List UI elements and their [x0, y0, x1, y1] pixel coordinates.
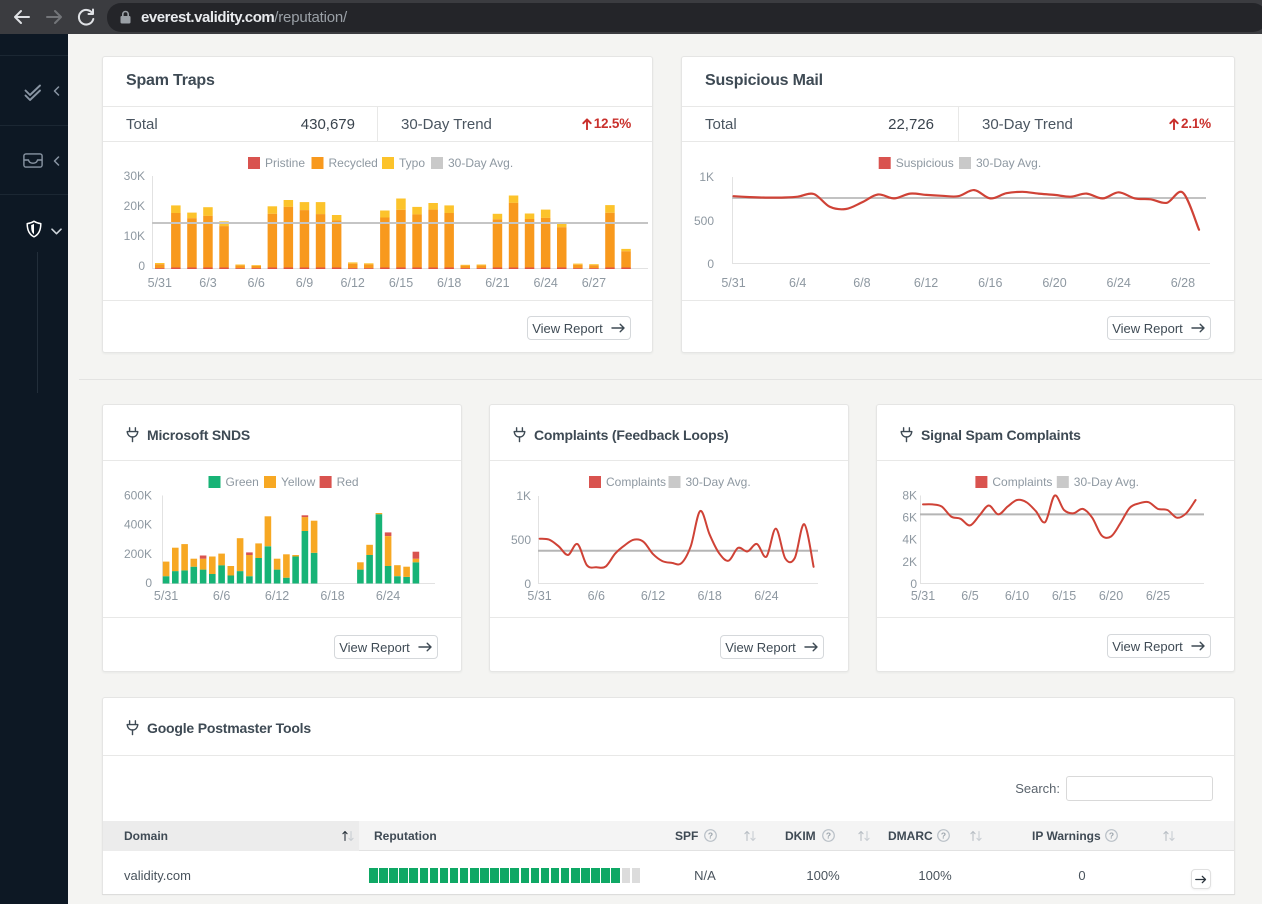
svg-text:10K: 10K — [124, 229, 145, 243]
svg-text:Pristine: Pristine — [265, 156, 305, 170]
svg-text:30-Day Avg.: 30-Day Avg. — [448, 156, 513, 170]
svg-text:6/16: 6/16 — [978, 276, 1002, 290]
svg-text:6/8: 6/8 — [853, 276, 870, 290]
svg-text:Complaints: Complaints — [992, 475, 1052, 489]
svg-text:6/24: 6/24 — [1107, 276, 1131, 290]
svg-text:6/25: 6/25 — [1146, 589, 1170, 603]
svg-text:6/20: 6/20 — [1099, 589, 1123, 603]
svg-text:20K: 20K — [124, 199, 145, 213]
svg-text:6/18: 6/18 — [698, 589, 722, 603]
svg-text:6/24: 6/24 — [754, 589, 778, 603]
svg-text:5/31: 5/31 — [721, 276, 745, 290]
svg-text:6/18: 6/18 — [437, 276, 461, 290]
svg-text:6/10: 6/10 — [1005, 589, 1029, 603]
svg-text:Red: Red — [337, 475, 359, 489]
svg-text:6/15: 6/15 — [1052, 589, 1076, 603]
svg-text:6/6: 6/6 — [213, 589, 230, 603]
svg-text:30-Day Avg.: 30-Day Avg. — [686, 475, 751, 489]
svg-text:8K: 8K — [902, 489, 917, 503]
svg-text:6/5: 6/5 — [961, 589, 978, 603]
svg-text:6/12: 6/12 — [341, 276, 365, 290]
svg-text:6/12: 6/12 — [641, 589, 665, 603]
svg-text:6/6: 6/6 — [248, 276, 265, 290]
svg-text:6/4: 6/4 — [789, 276, 806, 290]
svg-text:2K: 2K — [902, 555, 917, 569]
svg-text:0: 0 — [138, 259, 145, 273]
svg-text:1K: 1K — [699, 170, 714, 184]
svg-text:30-Day Avg.: 30-Day Avg. — [976, 156, 1041, 170]
svg-text:Yellow: Yellow — [281, 475, 316, 489]
svg-text:600K: 600K — [124, 489, 152, 503]
svg-text:Typo: Typo — [399, 156, 425, 170]
svg-text:0: 0 — [707, 257, 714, 271]
svg-text:500: 500 — [511, 533, 531, 547]
svg-text:6/9: 6/9 — [296, 276, 313, 290]
svg-text:Complaints: Complaints — [606, 475, 666, 489]
svg-text:6K: 6K — [902, 511, 917, 525]
svg-text:200K: 200K — [124, 547, 152, 561]
svg-text:1K: 1K — [516, 489, 531, 503]
svg-text:5/31: 5/31 — [911, 589, 935, 603]
svg-text:5/31: 5/31 — [527, 589, 551, 603]
svg-text:6/6: 6/6 — [588, 589, 605, 603]
svg-text:?: ? — [941, 830, 946, 840]
svg-text:6/21: 6/21 — [485, 276, 509, 290]
svg-text:Green: Green — [226, 475, 259, 489]
svg-text:6/27: 6/27 — [582, 276, 606, 290]
svg-text:?: ? — [708, 830, 713, 840]
svg-text:6/12: 6/12 — [914, 276, 938, 290]
svg-text:6/28: 6/28 — [1171, 276, 1195, 290]
svg-text:6/24: 6/24 — [534, 276, 558, 290]
svg-text:4K: 4K — [902, 533, 917, 547]
svg-text:6/20: 6/20 — [1042, 276, 1066, 290]
svg-text:?: ? — [826, 830, 831, 840]
svg-text:6/18: 6/18 — [320, 589, 344, 603]
svg-text:0: 0 — [145, 576, 152, 590]
svg-text:500: 500 — [694, 214, 714, 228]
svg-text:?: ? — [1109, 830, 1114, 840]
svg-text:Suspicious: Suspicious — [896, 156, 954, 170]
svg-text:6/12: 6/12 — [265, 589, 289, 603]
svg-text:Recycled: Recycled — [329, 156, 378, 170]
svg-text:6/24: 6/24 — [376, 589, 400, 603]
svg-text:30K: 30K — [124, 169, 145, 183]
svg-text:5/31: 5/31 — [148, 276, 172, 290]
svg-text:5/31: 5/31 — [154, 589, 178, 603]
svg-text:30-Day Avg.: 30-Day Avg. — [1074, 475, 1139, 489]
svg-text:6/15: 6/15 — [389, 276, 413, 290]
svg-text:400K: 400K — [124, 518, 152, 532]
svg-text:6/3: 6/3 — [199, 276, 216, 290]
